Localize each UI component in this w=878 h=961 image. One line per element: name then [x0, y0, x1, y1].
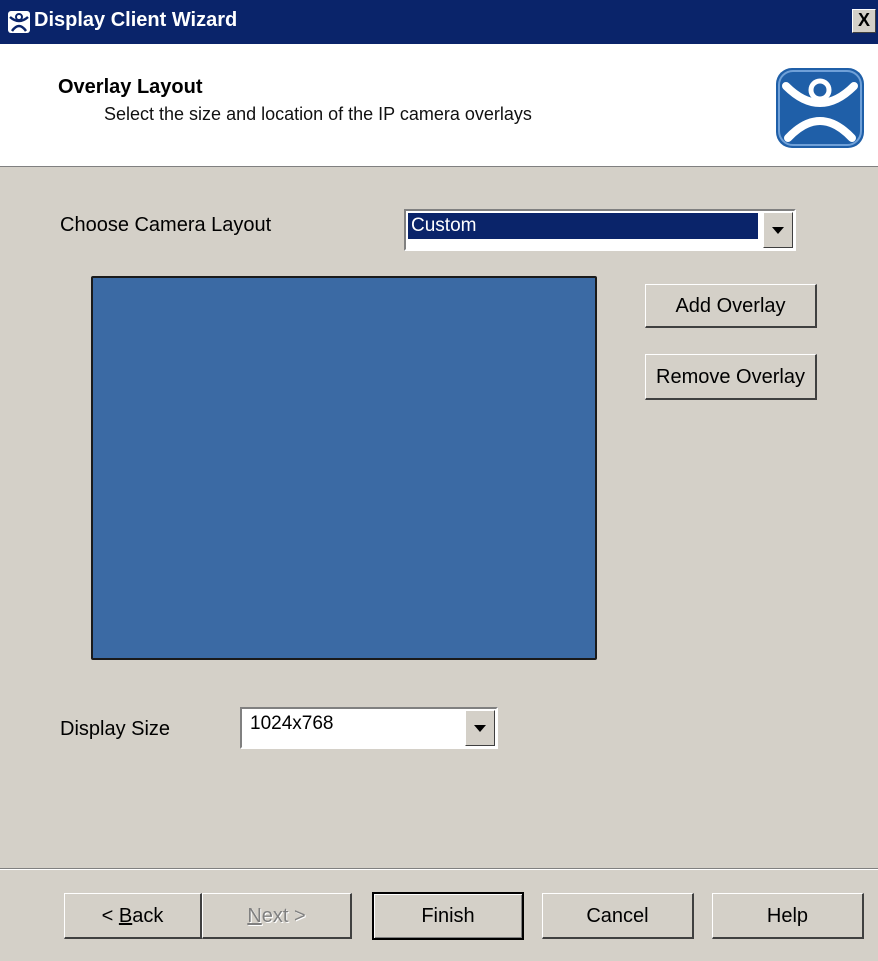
next-button[interactable]: Next >	[202, 893, 352, 939]
dropdown-arrow-icon[interactable]	[465, 710, 495, 746]
back-button[interactable]: < Back	[64, 893, 202, 939]
display-size-select[interactable]: 1024x768	[240, 707, 498, 749]
camera-layout-label: Choose Camera Layout	[60, 214, 272, 236]
dropdown-arrow-icon[interactable]	[763, 212, 793, 248]
help-button[interactable]: Help	[712, 893, 864, 939]
add-overlay-button[interactable]: Add Overlay	[645, 284, 817, 328]
page-title: Overlay Layout	[58, 76, 203, 98]
overlay-preview-canvas[interactable]	[91, 276, 597, 660]
remove-overlay-button[interactable]: Remove Overlay	[645, 354, 817, 400]
camera-layout-value: Custom	[408, 213, 758, 239]
display-size-value: 1024x768	[250, 713, 334, 734]
cancel-button[interactable]: Cancel	[542, 893, 694, 939]
wizard-header: Overlay Layout Select the size and locat…	[0, 44, 878, 167]
close-icon[interactable]: X	[852, 9, 876, 33]
title-bar[interactable]: Display Client Wizard X	[0, 0, 878, 44]
display-size-label: Display Size	[60, 718, 171, 740]
window-title: Display Client Wizard	[34, 9, 238, 31]
camera-layout-select[interactable]: Custom	[404, 209, 796, 251]
finish-button[interactable]: Finish	[372, 892, 524, 940]
footer-divider	[0, 868, 878, 870]
wizard-window: Display Client Wizard X Overlay Layout S…	[0, 0, 878, 961]
app-icon	[8, 11, 30, 33]
page-subtitle: Select the size and location of the IP c…	[104, 104, 532, 124]
app-logo-icon	[776, 68, 864, 148]
